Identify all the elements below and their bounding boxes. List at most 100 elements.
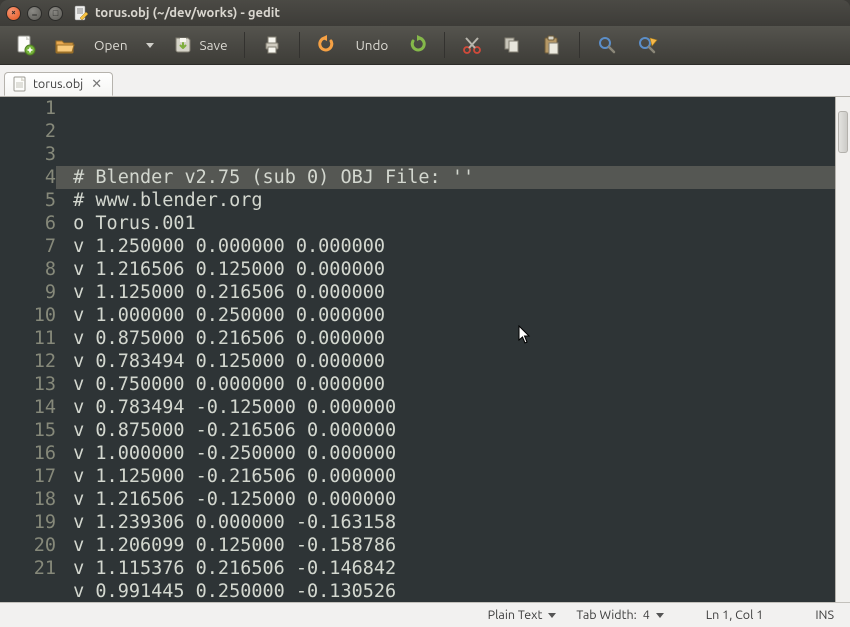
toolbar-separator	[444, 32, 445, 58]
line-number: 3	[0, 143, 56, 166]
new-file-icon	[14, 34, 36, 56]
tab-file-icon	[13, 76, 27, 92]
cut-icon	[461, 34, 483, 56]
save-icon	[172, 34, 194, 56]
line-number: 10	[0, 304, 56, 327]
code-line[interactable]: v 0.991445 0.250000 -0.130526	[62, 580, 835, 602]
caret-down-icon	[656, 613, 664, 618]
window-title-text: torus.obj (~/dev/works) - gedit	[95, 6, 280, 20]
search-replace-icon	[636, 34, 658, 56]
copy-icon	[501, 34, 523, 56]
tab-bar: torus.obj ✕	[0, 65, 850, 97]
new-file-button[interactable]	[8, 32, 42, 58]
tab-filename: torus.obj	[33, 77, 83, 91]
scrollbar-thumb[interactable]	[838, 111, 848, 153]
line-number: 17	[0, 465, 56, 488]
code-line[interactable]: o Torus.001	[62, 212, 835, 235]
line-number: 16	[0, 442, 56, 465]
undo-button[interactable]: Undo	[350, 35, 395, 55]
search-button[interactable]	[590, 32, 624, 58]
code-line[interactable]: v 1.216506 -0.125000 0.000000	[62, 488, 835, 511]
toolbar-separator	[579, 32, 580, 58]
tab-width-selector[interactable]: Tab Width: 4	[570, 606, 669, 624]
tab-width-value: 4	[643, 608, 650, 622]
undo-icon	[316, 34, 338, 56]
code-line[interactable]: v 1.206099 0.125000 -0.158786	[62, 534, 835, 557]
code-line[interactable]: v 1.000000 0.250000 0.000000	[62, 304, 835, 327]
code-line[interactable]: v 1.239306 0.000000 -0.163158	[62, 511, 835, 534]
window-maximize-button[interactable]: □	[48, 6, 63, 21]
line-number: 21	[0, 557, 56, 580]
code-line[interactable]: v 1.216506 0.125000 0.000000	[62, 258, 835, 281]
open-folder-button[interactable]	[48, 32, 82, 58]
code-line[interactable]: # Blender v2.75 (sub 0) OBJ File: ''	[56, 166, 835, 189]
window-minimize-button[interactable]: ‒	[27, 6, 42, 21]
window-close-button[interactable]: ×	[6, 6, 21, 21]
code-line[interactable]: v 0.783494 -0.125000 0.000000	[62, 396, 835, 419]
code-content[interactable]: # Blender v2.75 (sub 0) OBJ File: '' # w…	[56, 97, 835, 602]
code-line[interactable]: v 0.750000 0.000000 0.000000	[62, 373, 835, 396]
search-replace-button[interactable]	[630, 32, 664, 58]
paste-icon	[541, 34, 563, 56]
cursor-position: Ln 1, Col 1	[700, 606, 770, 624]
vertical-scrollbar[interactable]	[835, 97, 850, 602]
code-line[interactable]: v 0.875000 0.216506 0.000000	[62, 327, 835, 350]
search-icon	[596, 34, 618, 56]
code-line[interactable]: v 0.875000 -0.216506 0.000000	[62, 419, 835, 442]
paste-button[interactable]	[535, 32, 569, 58]
undo-arrow-button[interactable]	[310, 32, 344, 58]
gedit-app-icon	[73, 5, 89, 21]
caret-down-icon	[146, 43, 154, 48]
line-number: 1	[0, 97, 56, 120]
toolbar-separator	[299, 32, 300, 58]
window-controls: × ‒ □	[0, 6, 63, 21]
syntax-mode-selector[interactable]: Plain Text	[482, 606, 563, 624]
open-button[interactable]: Open	[88, 35, 134, 55]
line-number: 7	[0, 235, 56, 258]
print-icon	[261, 34, 283, 56]
tab-torus-obj[interactable]: torus.obj ✕	[4, 72, 113, 96]
line-number: 19	[0, 511, 56, 534]
code-line[interactable]: v 1.250000 0.000000 0.000000	[62, 235, 835, 258]
line-number: 18	[0, 488, 56, 511]
status-bar: Plain Text Tab Width: 4 Ln 1, Col 1 INS	[0, 602, 850, 627]
editor-area[interactable]: 123456789101112131415161718192021 # Blen…	[0, 97, 850, 602]
main-toolbar: Open Save	[0, 26, 850, 65]
save-button-label: Save	[200, 37, 228, 53]
redo-button[interactable]	[400, 32, 434, 58]
line-number: 5	[0, 189, 56, 212]
code-line[interactable]: v 1.115376 0.216506 -0.146842	[62, 557, 835, 580]
line-number: 2	[0, 120, 56, 143]
line-number: 20	[0, 534, 56, 557]
undo-button-label: Undo	[356, 37, 389, 53]
save-button[interactable]: Save	[166, 32, 234, 58]
tab-width-label: Tab Width:	[576, 608, 636, 622]
copy-button[interactable]	[495, 32, 529, 58]
line-number: 9	[0, 281, 56, 304]
window-title: torus.obj (~/dev/works) - gedit	[73, 5, 280, 21]
line-number: 14	[0, 396, 56, 419]
code-line[interactable]: v 0.783494 0.125000 0.000000	[62, 350, 835, 373]
line-number-gutter: 123456789101112131415161718192021	[0, 97, 56, 602]
code-line[interactable]: v 1.125000 0.216506 0.000000	[62, 281, 835, 304]
line-number: 11	[0, 327, 56, 350]
cut-button[interactable]	[455, 32, 489, 58]
open-dropdown-caret[interactable]	[140, 41, 160, 50]
open-button-label: Open	[94, 37, 128, 53]
line-number: 15	[0, 419, 56, 442]
insert-mode-indicator: INS	[809, 606, 840, 624]
print-button[interactable]	[255, 32, 289, 58]
code-line[interactable]: v 1.000000 -0.250000 0.000000	[62, 442, 835, 465]
syntax-mode-label: Plain Text	[488, 608, 543, 622]
folder-open-icon	[54, 34, 76, 56]
line-number: 12	[0, 350, 56, 373]
line-number: 4	[0, 166, 56, 189]
code-line[interactable]: v 1.125000 -0.216506 0.000000	[62, 465, 835, 488]
line-number: 8	[0, 258, 56, 281]
toolbar-separator	[244, 32, 245, 58]
caret-down-icon	[548, 613, 556, 618]
tab-close-button[interactable]: ✕	[89, 77, 104, 92]
line-number: 13	[0, 373, 56, 396]
code-line[interactable]: # www.blender.org	[62, 189, 835, 212]
line-number: 6	[0, 212, 56, 235]
